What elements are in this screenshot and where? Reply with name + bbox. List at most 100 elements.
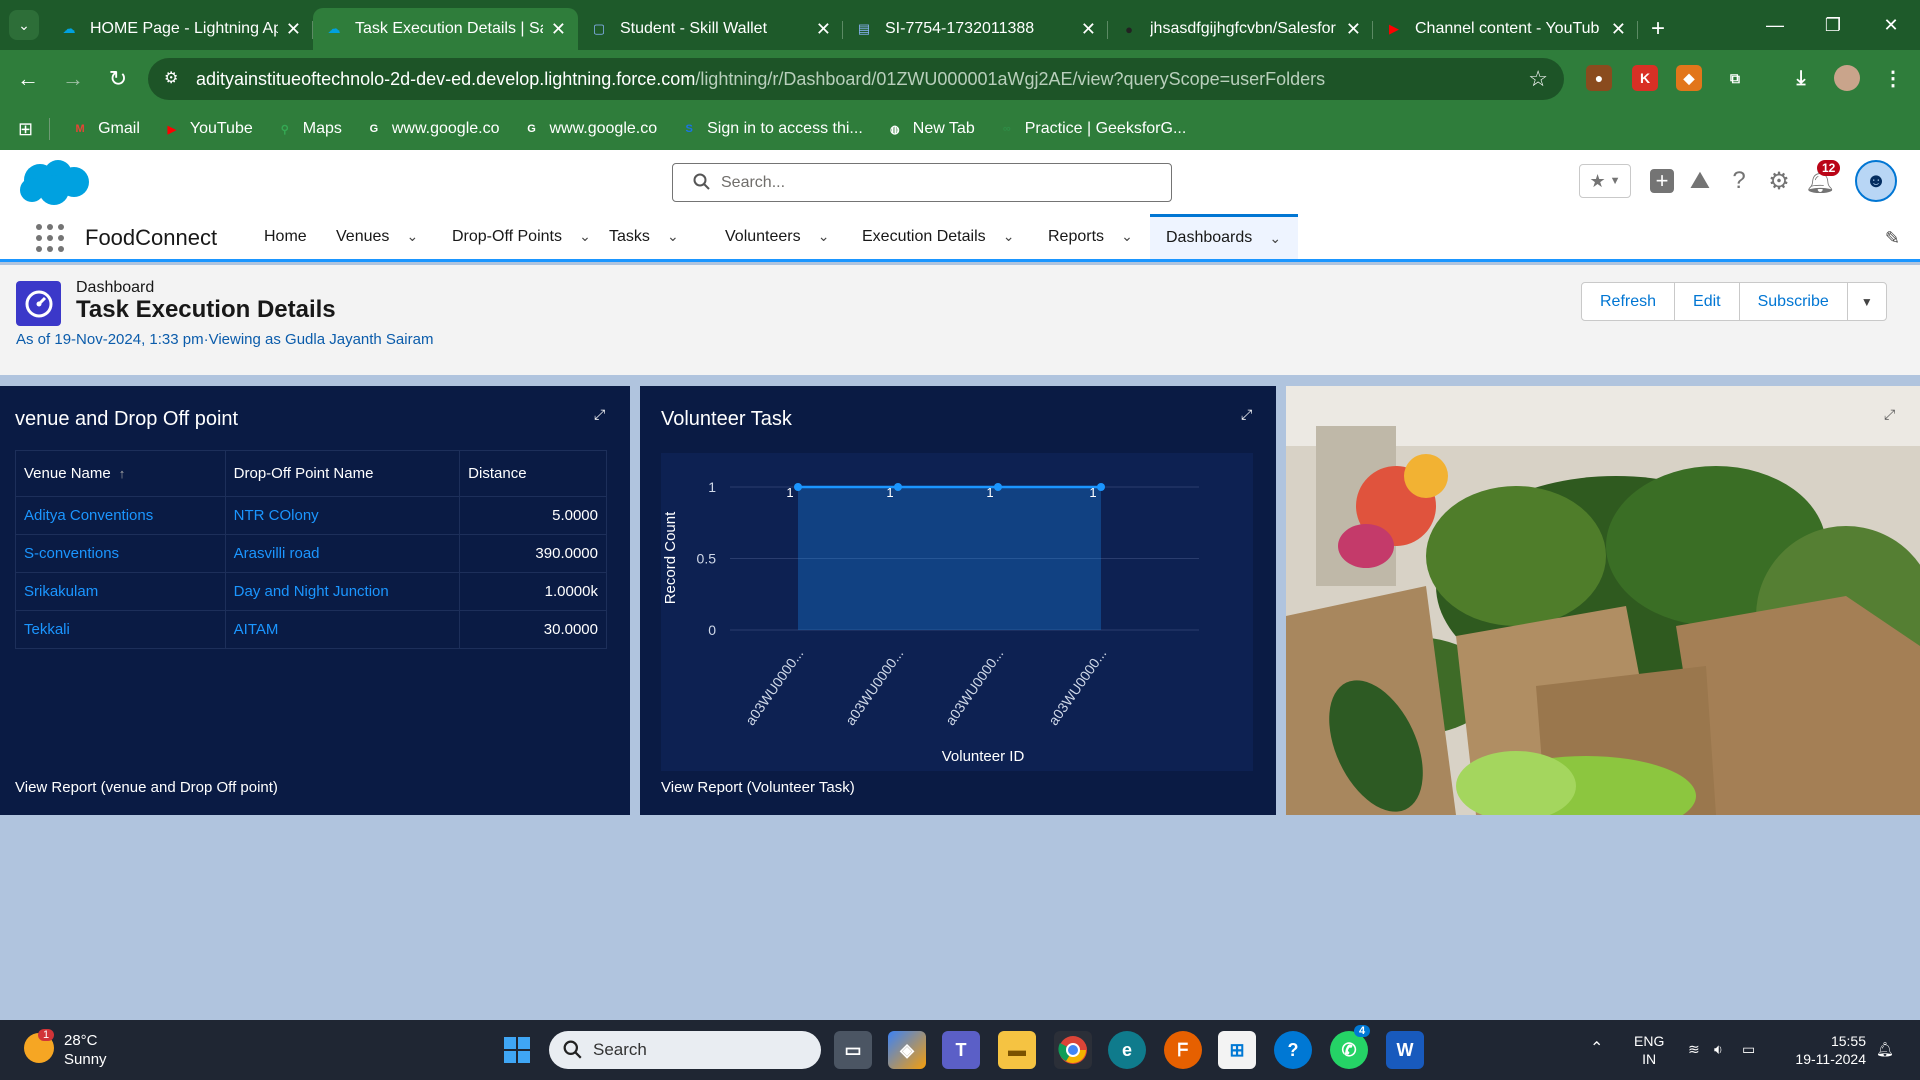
chevron-down-icon[interactable]: ⌄ bbox=[817, 228, 831, 244]
bookmark-item[interactable]: S Sign in to access thi... bbox=[679, 119, 862, 139]
bookmark-item[interactable]: ∞ Practice | GeeksforG... bbox=[997, 119, 1186, 139]
get-help-icon[interactable]: ? bbox=[1274, 1031, 1312, 1069]
nav-item-tasks[interactable]: Tasks ⌄ bbox=[593, 214, 696, 259]
refresh-button[interactable]: Refresh bbox=[1582, 283, 1676, 320]
restore-button[interactable]: ❐ bbox=[1804, 0, 1862, 50]
browser-tab[interactable]: ● jhsasdfgijhgfcvbn/Salesfor ✕ bbox=[1108, 8, 1373, 50]
chevron-down-icon[interactable]: ⌄ bbox=[1120, 228, 1134, 244]
bookmark-item[interactable]: M Gmail bbox=[70, 119, 140, 139]
notification-center-bell-icon[interactable]: 🔔︎ bbox=[1876, 1040, 1894, 1058]
favorites-button[interactable]: ★ ▼ bbox=[1579, 164, 1631, 198]
browser-tab[interactable]: ▤ SI-7754-1732011388 ✕ bbox=[843, 8, 1108, 50]
reload-button[interactable]: ↻ bbox=[103, 64, 133, 94]
microsoft-store-icon[interactable]: ⊞ bbox=[1218, 1031, 1256, 1069]
venue-name-link[interactable]: Aditya Conventions bbox=[15, 496, 226, 535]
volume-icon[interactable]: 🔉︎ bbox=[1714, 1040, 1723, 1058]
browser-menu-icon[interactable]: ⋮ bbox=[1880, 65, 1906, 91]
user-avatar[interactable]: ☻ bbox=[1855, 160, 1897, 202]
venue-name-link[interactable]: Srikakulam bbox=[15, 572, 226, 611]
nav-item-execution-details[interactable]: Execution Details ⌄ bbox=[846, 214, 1032, 259]
battery-icon[interactable]: ▭ bbox=[1742, 1040, 1755, 1058]
browser-tab[interactable]: ☁ Task Execution Details | Sal ✕ bbox=[313, 8, 578, 50]
chrome-icon[interactable] bbox=[1054, 1031, 1092, 1069]
app-launcher-icon[interactable] bbox=[36, 224, 64, 252]
nav-item-reports[interactable]: Reports ⌄ bbox=[1032, 214, 1150, 259]
cookie-extension-icon[interactable]: ● bbox=[1586, 65, 1612, 91]
minimize-button[interactable]: — bbox=[1746, 0, 1804, 50]
apps-grid-icon[interactable]: ⊞ bbox=[18, 119, 33, 140]
k-extension-icon[interactable]: K bbox=[1632, 65, 1658, 91]
bookmark-item[interactable]: Gwww.google.co bbox=[364, 119, 500, 139]
edit-button[interactable]: Edit bbox=[1675, 283, 1740, 320]
venue-name-link[interactable]: Tekkali bbox=[15, 610, 226, 649]
close-window-button[interactable]: ✕ bbox=[1862, 0, 1920, 50]
data-point[interactable] bbox=[994, 483, 1002, 491]
dropoff-name-link[interactable]: NTR COlony bbox=[224, 496, 461, 535]
bookmark-item[interactable]: ◍ New Tab bbox=[885, 119, 975, 139]
notifications-bell-icon[interactable]: 🔔︎ 12 bbox=[1803, 160, 1841, 198]
tab-close-icon[interactable]: ✕ bbox=[551, 19, 566, 40]
help-icon[interactable]: ? bbox=[1722, 164, 1756, 198]
dropoff-name-link[interactable]: AITAM bbox=[224, 610, 461, 649]
dropoff-name-link[interactable]: Arasvilli road bbox=[224, 534, 461, 573]
word-icon[interactable]: W bbox=[1386, 1031, 1424, 1069]
show-hidden-icons-chevron-icon[interactable]: ⌃ bbox=[1590, 1040, 1603, 1058]
global-actions-button[interactable]: + bbox=[1645, 164, 1679, 198]
nav-item-home[interactable]: Home bbox=[248, 214, 323, 259]
language-indicator[interactable]: ENG IN bbox=[1634, 1032, 1664, 1068]
salesforce-logo[interactable] bbox=[18, 158, 92, 208]
whatsapp-icon[interactable]: ✆ 4 bbox=[1330, 1025, 1371, 1069]
firefox-icon[interactable]: ᖴ bbox=[1164, 1031, 1202, 1069]
view-report-link[interactable]: View Report (venue and Drop Off point) bbox=[15, 779, 278, 796]
new-tab-button[interactable]: + bbox=[1638, 8, 1678, 50]
view-report-link[interactable]: View Report (Volunteer Task) bbox=[661, 779, 855, 796]
tab-search-button[interactable]: ⌄ bbox=[0, 0, 48, 50]
back-button[interactable]: ← bbox=[13, 64, 43, 94]
tab-close-icon[interactable]: ✕ bbox=[1611, 19, 1626, 40]
expand-icon[interactable]: ⤢ bbox=[1884, 406, 1895, 423]
data-point[interactable] bbox=[1097, 483, 1105, 491]
chevron-down-icon[interactable]: ⌄ bbox=[578, 228, 592, 244]
browser-tab[interactable]: ▢ Student - Skill Wallet ✕ bbox=[578, 8, 843, 50]
teams-icon[interactable]: T bbox=[942, 1031, 980, 1069]
task-view-icon[interactable]: ▭ bbox=[834, 1031, 872, 1069]
bookmark-item[interactable]: ▶ YouTube bbox=[162, 119, 253, 139]
weather-sun-icon[interactable]: 1 bbox=[24, 1029, 55, 1063]
chevron-down-icon[interactable]: ⌄ bbox=[1002, 228, 1016, 244]
bookmark-item[interactable]: Gwww.google.co bbox=[522, 119, 657, 139]
data-point[interactable] bbox=[794, 483, 802, 491]
browser-tab[interactable]: ☁ HOME Page - Lightning Ap ✕ bbox=[48, 8, 313, 50]
clock[interactable]: 15:55 19-11-2024 bbox=[1790, 1032, 1866, 1068]
column-header[interactable]: Drop-Off Point Name bbox=[224, 450, 461, 497]
metamask-extension-icon[interactable]: ◆ bbox=[1676, 65, 1702, 91]
wifi-icon[interactable]: ≋ bbox=[1688, 1040, 1700, 1058]
subscribe-button[interactable]: Subscribe bbox=[1740, 283, 1848, 320]
edge-icon[interactable]: e bbox=[1108, 1031, 1146, 1069]
tab-close-icon[interactable]: ✕ bbox=[1346, 19, 1361, 40]
setup-gear-icon[interactable]: ⚙ bbox=[1762, 164, 1796, 198]
edit-nav-pencil-icon[interactable]: ✎ bbox=[1885, 228, 1900, 249]
tab-close-icon[interactable]: ✕ bbox=[816, 19, 831, 40]
venue-name-link[interactable]: S-conventions bbox=[15, 534, 226, 573]
tab-close-icon[interactable]: ✕ bbox=[286, 19, 301, 40]
nav-item-volunteers[interactable]: Volunteers ⌄ bbox=[709, 214, 847, 259]
windows-start-icon[interactable] bbox=[498, 1031, 536, 1069]
chevron-down-icon[interactable]: ⌄ bbox=[405, 228, 419, 244]
global-search-input[interactable]: Search... bbox=[672, 163, 1172, 202]
extensions-puzzle-icon[interactable]: ⧉ bbox=[1722, 65, 1748, 91]
expand-icon[interactable]: ⤢ bbox=[594, 406, 612, 424]
profile-avatar[interactable] bbox=[1834, 65, 1860, 91]
nav-item-venues[interactable]: Venues ⌄ bbox=[320, 214, 435, 259]
trailhead-icon[interactable]: ⛰ bbox=[1683, 164, 1717, 198]
address-bar[interactable]: ⚙ adityainstitueoftechnolo-2d-dev-ed.dev… bbox=[148, 58, 1564, 100]
browser-tab[interactable]: ▶ Channel content - YouTub ✕ bbox=[1373, 8, 1638, 50]
copilot-icon[interactable]: ◈ bbox=[888, 1031, 926, 1069]
tab-close-icon[interactable]: ✕ bbox=[1081, 19, 1096, 40]
bookmark-star-icon[interactable]: ☆ bbox=[1528, 66, 1548, 92]
data-point[interactable] bbox=[894, 483, 902, 491]
site-info-icon[interactable]: ⚙ bbox=[164, 68, 178, 88]
column-header[interactable]: Venue Name ↑ bbox=[15, 450, 226, 497]
column-header[interactable]: Distance bbox=[459, 450, 607, 497]
file-explorer-icon[interactable]: ▬ bbox=[998, 1031, 1036, 1069]
bookmark-item[interactable]: ⚲ Maps bbox=[275, 119, 342, 139]
